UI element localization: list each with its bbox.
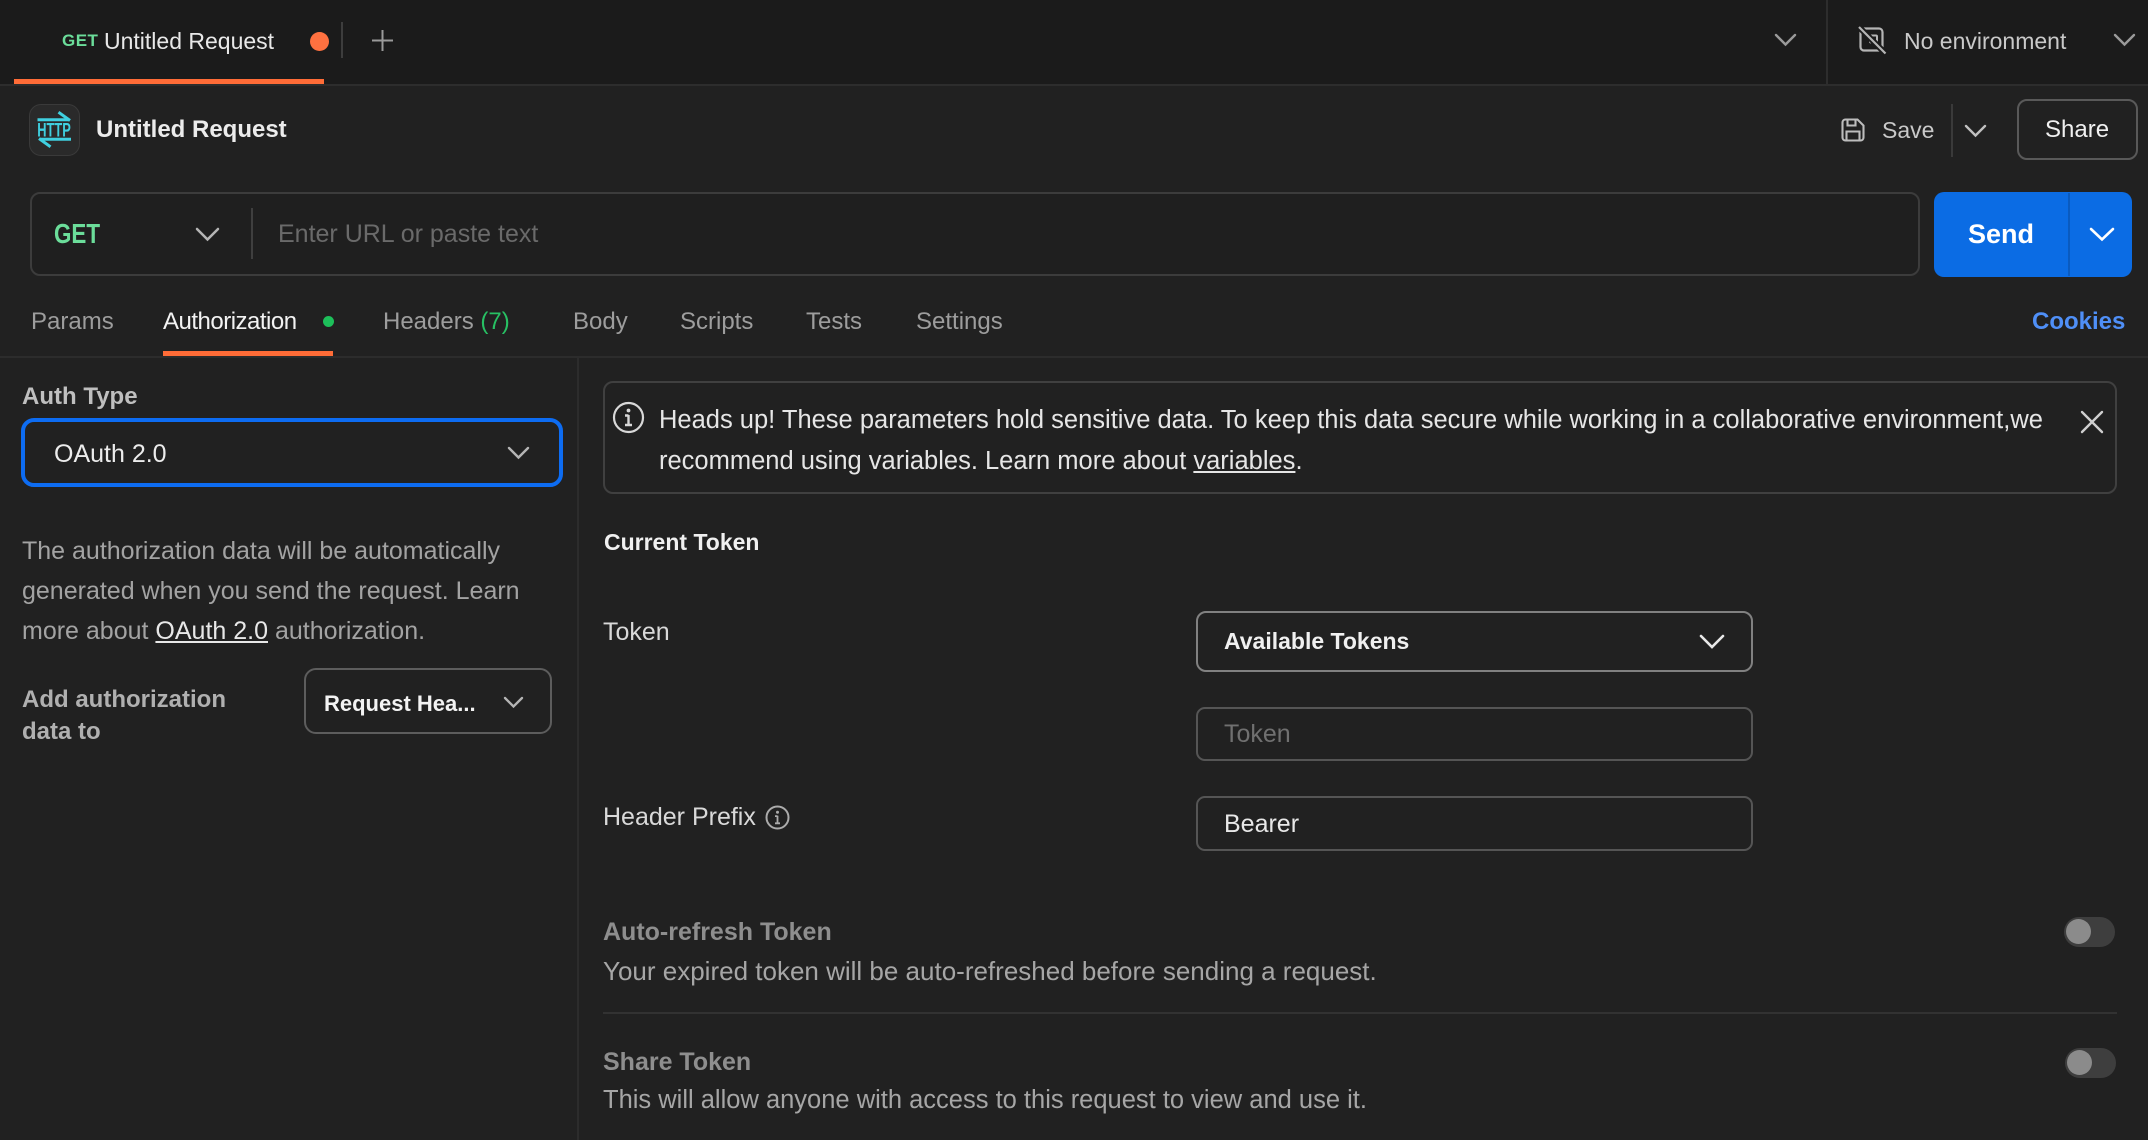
svg-text:HTTP: HTTP xyxy=(37,121,71,142)
